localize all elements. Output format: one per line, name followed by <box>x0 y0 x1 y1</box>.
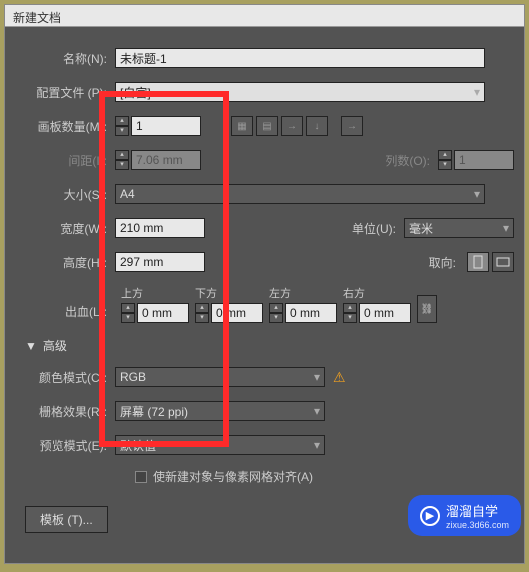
raster-label: 栅格效果(R): <box>15 403 115 420</box>
bleed-top-spinner[interactable]: ▴▾ <box>121 303 135 323</box>
arrow-down-icon[interactable]: ↓ <box>306 116 328 136</box>
orient-portrait-icon[interactable] <box>467 252 489 272</box>
bleed-top-input[interactable] <box>137 303 189 323</box>
window-title: 新建文档 <box>13 11 61 25</box>
bleed-right-input[interactable] <box>359 303 411 323</box>
color-mode-dropdown[interactable]: RGB <box>115 367 325 387</box>
bleed-right-spinner[interactable]: ▴▾ <box>343 303 357 323</box>
window-titlebar: 新建文档 <box>5 5 524 27</box>
spacing-label: 间距(I): <box>15 152 115 169</box>
bleed-right-label: 右方 <box>343 285 365 301</box>
columns-spinner: ▴▾ <box>438 150 452 170</box>
profile-label: 配置文件 (P): <box>15 84 115 101</box>
name-label: 名称(N): <box>15 50 115 67</box>
bleed-top-label: 上方 <box>121 285 143 301</box>
artboards-spinner[interactable]: ▴▾ <box>115 116 129 136</box>
bleed-left-label: 左方 <box>269 285 291 301</box>
columns-label: 列数(O): <box>358 152 438 169</box>
align-pixel-label: 使新建对象与像素网格对齐(A) <box>153 468 313 485</box>
advanced-toggle[interactable]: ▼ 高级 <box>25 337 514 354</box>
play-icon: ▶ <box>420 506 440 526</box>
height-input[interactable] <box>115 252 205 272</box>
template-button[interactable]: 模板 (T)... <box>25 506 108 533</box>
link-bleed-icon[interactable]: ⛓ <box>417 295 437 323</box>
align-pixel-checkbox[interactable] <box>135 471 147 483</box>
spacing-input <box>131 150 201 170</box>
bleed-bottom-spinner[interactable]: ▴▾ <box>195 303 209 323</box>
columns-input <box>454 150 514 170</box>
width-input[interactable] <box>115 218 205 238</box>
raster-dropdown[interactable]: 屏幕 (72 ppi) <box>115 401 325 421</box>
grid-layout-icon[interactable]: ▦ <box>231 116 253 136</box>
preview-dropdown[interactable]: 默认值 <box>115 435 325 455</box>
size-dropdown[interactable]: A4 <box>115 184 485 204</box>
preview-label: 预览模式(E): <box>15 437 115 454</box>
orient-label: 取向: <box>384 254 464 271</box>
profile-dropdown[interactable]: [白宫] <box>115 82 485 102</box>
arrow-ltr-icon[interactable]: → <box>341 116 363 136</box>
units-dropdown[interactable]: 毫米 <box>404 218 514 238</box>
width-label: 宽度(W): <box>15 220 115 237</box>
watermark-badge: ▶ 溜溜自学 zixue.3d66.com <box>408 495 521 536</box>
name-input[interactable] <box>115 48 485 68</box>
arrow-right-icon[interactable]: → <box>281 116 303 136</box>
bleed-bottom-input[interactable] <box>211 303 263 323</box>
orient-landscape-icon[interactable] <box>492 252 514 272</box>
spacing-spinner: ▴▾ <box>115 150 129 170</box>
bleed-label: 出血(L): <box>15 303 115 323</box>
bleed-left-input[interactable] <box>285 303 337 323</box>
row-layout-icon[interactable]: ▤ <box>256 116 278 136</box>
artboards-label: 画板数量(M): <box>15 118 115 135</box>
size-label: 大小(S): <box>15 186 115 203</box>
warning-icon: ⚠ <box>333 369 346 386</box>
triangle-down-icon: ▼ <box>25 339 37 353</box>
height-label: 高度(H): <box>15 254 115 271</box>
color-mode-label: 颜色模式(C): <box>15 369 115 386</box>
bleed-bottom-label: 下方 <box>195 285 217 301</box>
artboards-input[interactable] <box>131 116 201 136</box>
bleed-left-spinner[interactable]: ▴▾ <box>269 303 283 323</box>
units-label: 单位(U): <box>324 220 404 237</box>
